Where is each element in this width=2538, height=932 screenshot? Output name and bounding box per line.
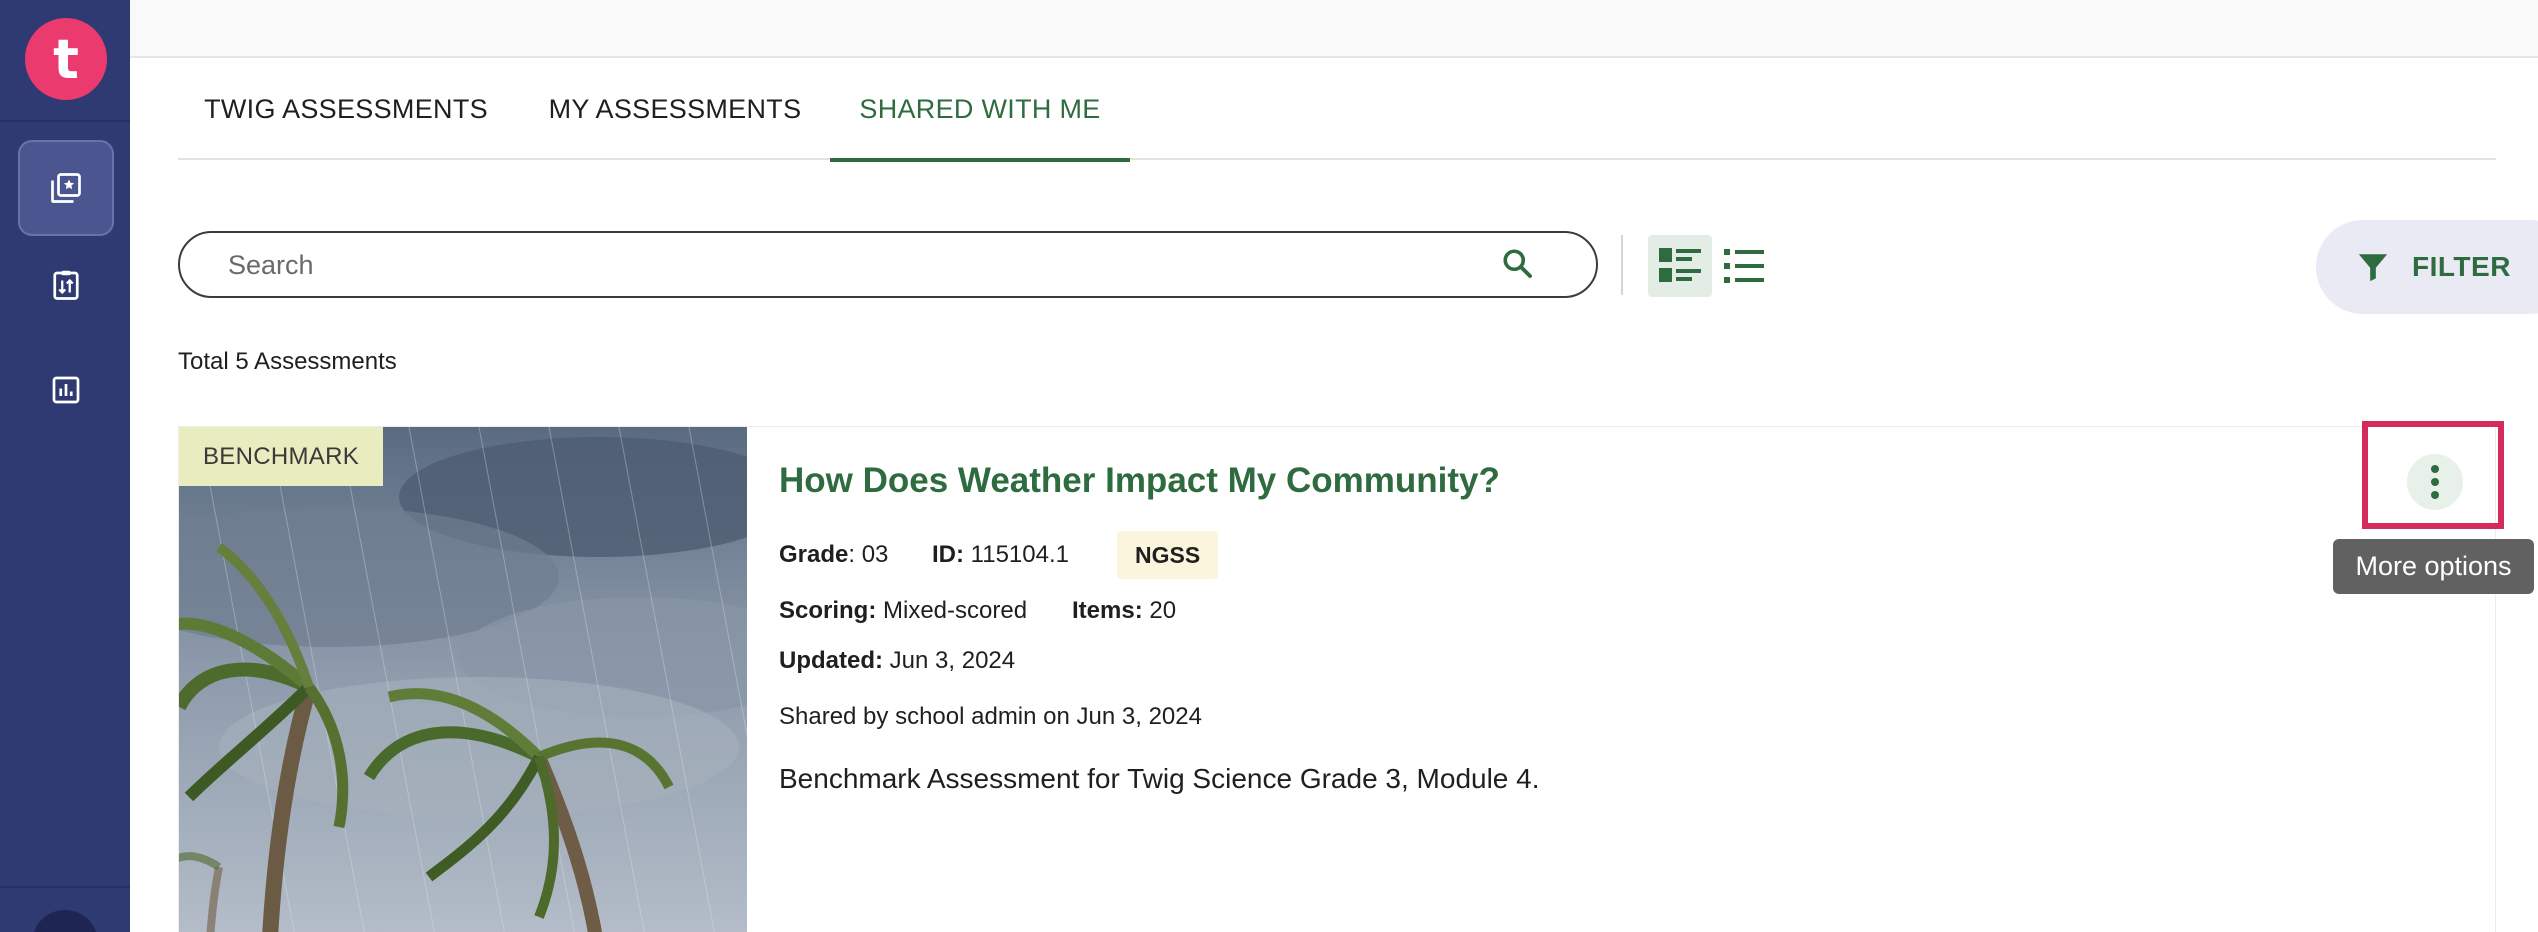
tab-twig-assessments[interactable]: TWIG ASSESSMENTS [178, 58, 514, 160]
logo-area: t [0, 0, 130, 122]
id-field: ID: 115104.1 [932, 541, 1069, 569]
assessment-description: Benchmark Assessment for Twig Science Gr… [779, 763, 1540, 794]
sidebar: t [0, 0, 130, 932]
tab-shared-with-me[interactable]: SHARED WITH ME [830, 58, 1130, 162]
items-field: Items: 20 [1072, 597, 1176, 625]
sidebar-item-reports[interactable] [18, 342, 114, 438]
sidebar-item-assessments[interactable] [18, 140, 114, 236]
list-view-button[interactable] [1712, 235, 1776, 297]
shared-by-text: Shared by school admin on Jun 3, 2024 [779, 703, 1202, 730]
assessment-type-badge: BENCHMARK [179, 427, 384, 486]
assessment-card[interactable]: BENCHMARK How Does Weather Impact My Com… [178, 426, 2496, 932]
more-options-tooltip: More options [2333, 539, 2534, 594]
list-icon [1724, 249, 1764, 283]
funnel-icon [2358, 254, 2388, 282]
more-vert-dot [2431, 491, 2439, 499]
user-avatar[interactable] [32, 910, 98, 932]
tab-my-assessments[interactable]: MY ASSESSMENTS [514, 58, 836, 160]
bar-chart-icon [52, 376, 80, 404]
grade-field: Grade: 03 [779, 541, 888, 569]
id-label: ID: [932, 541, 964, 568]
more-vert-icon [2431, 465, 2439, 473]
id-value: 115104.1 [964, 541, 1069, 568]
toolbar-divider [1621, 235, 1623, 295]
filter-button[interactable]: FILTER [2316, 220, 2538, 314]
total-count: Total 5 Assessments [178, 348, 397, 375]
search-input[interactable] [228, 245, 1508, 285]
scoring-label: Scoring: [779, 597, 877, 624]
filter-label: FILTER [2412, 251, 2511, 282]
scoring-field: Scoring: Mixed-scored [779, 597, 1027, 625]
detailed-view-button[interactable] [1648, 235, 1712, 297]
assessment-title[interactable]: How Does Weather Impact My Community? [779, 461, 1500, 501]
top-bar [130, 0, 2538, 58]
standard-badge: NGSS [1117, 531, 1219, 579]
grade-value: : 03 [848, 541, 889, 568]
more-options-button[interactable] [2407, 454, 2463, 510]
scoring-value: Mixed-scored [876, 597, 1028, 624]
search-icon[interactable] [1500, 246, 1536, 282]
storm-palm-image [179, 427, 747, 932]
sidebar-divider [0, 886, 130, 888]
grade-label: Grade [779, 541, 849, 568]
items-label: Items: [1072, 597, 1143, 624]
more-vert-dot [2431, 478, 2439, 486]
library-star-icon [51, 173, 81, 203]
items-value: 20 [1142, 597, 1177, 624]
updated-label: Updated: [779, 647, 883, 674]
detailed-list-icon [1659, 248, 1701, 282]
clipboard-sort-icon [53, 270, 79, 300]
tab-bar: TWIG ASSESSMENTS MY ASSESSMENTS SHARED W… [178, 58, 2496, 162]
assessment-thumbnail: BENCHMARK [179, 427, 747, 932]
app-logo[interactable]: t [25, 18, 107, 100]
search-box[interactable] [178, 231, 1598, 298]
sidebar-item-assignments[interactable] [18, 237, 114, 333]
updated-field: Updated: Jun 3, 2024 [779, 647, 1015, 675]
updated-value: Jun 3, 2024 [883, 647, 1016, 674]
